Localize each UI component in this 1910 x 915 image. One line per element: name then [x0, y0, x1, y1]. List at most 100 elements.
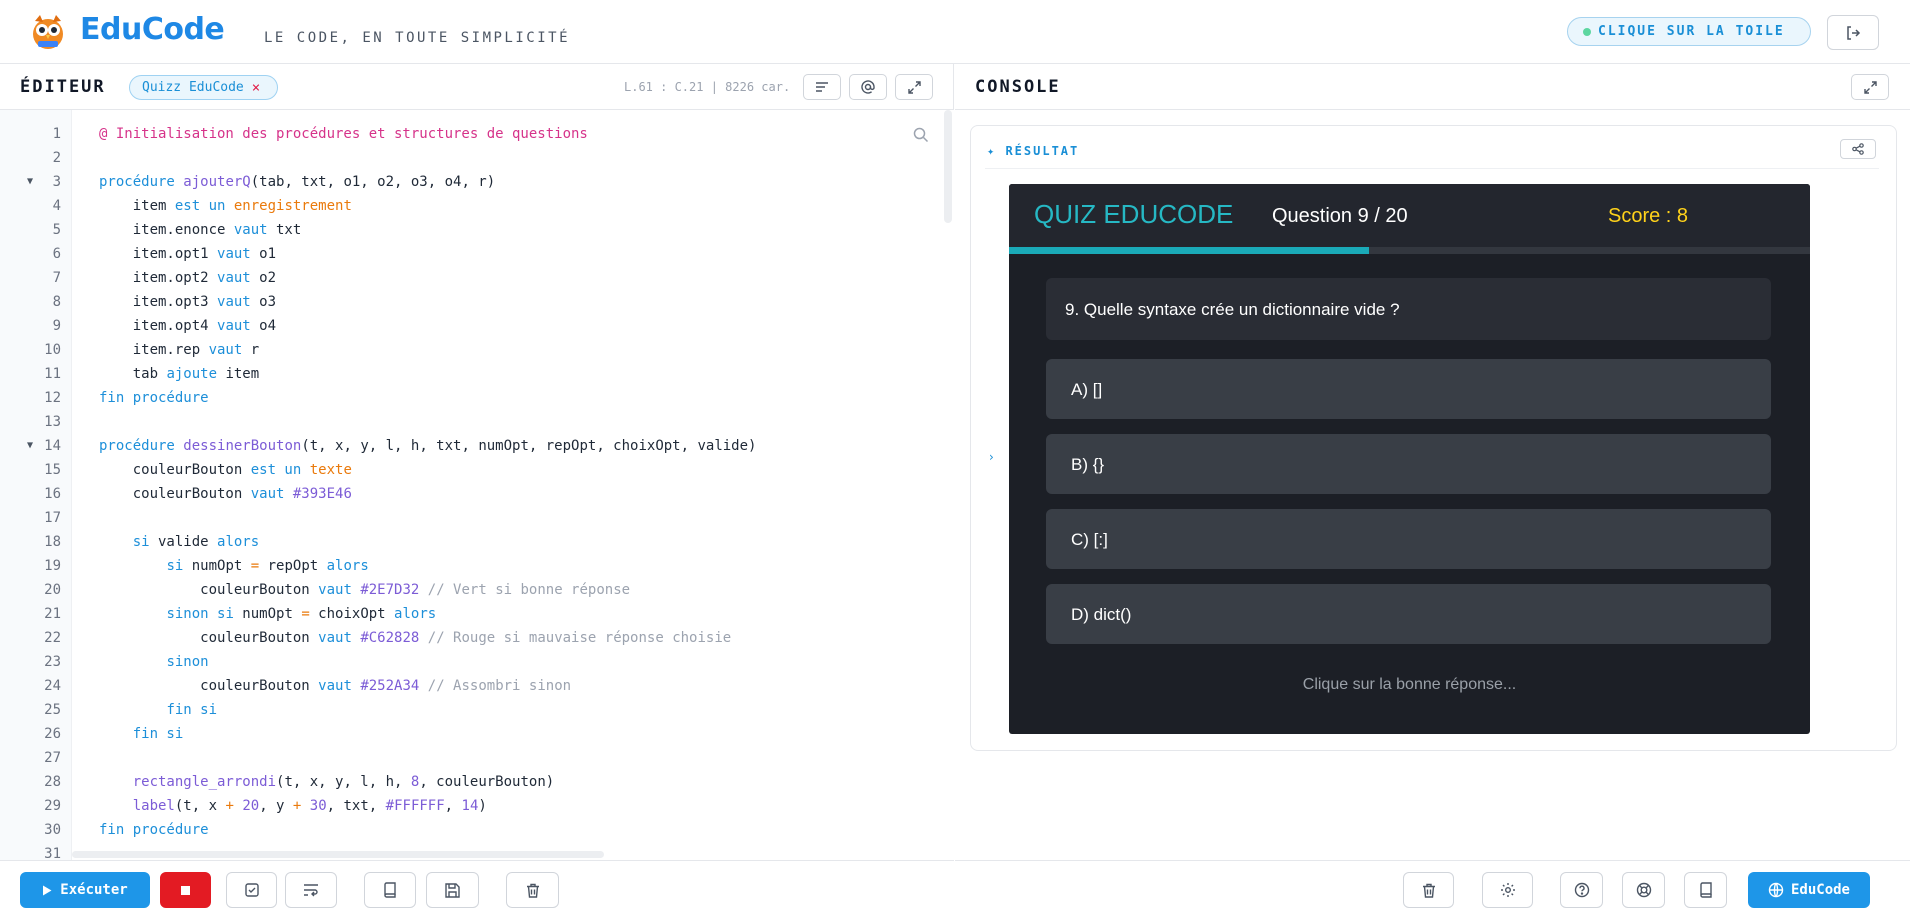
at-sign-icon [861, 80, 875, 94]
answer-option-c[interactable]: C) [:] [1046, 509, 1771, 569]
help-button[interactable] [1560, 872, 1603, 908]
code-text: tab ajoute item [99, 366, 260, 382]
expand-console-button[interactable] [1851, 74, 1889, 100]
line-number: 15 [44, 462, 61, 478]
line-number: 13 [44, 414, 61, 430]
line-number: 6 [52, 246, 61, 262]
code-editor[interactable]: 1 @ Initialisation des procédures et stru… [0, 110, 954, 860]
code-line[interactable]: 9 item.opt4 vaut o4 [0, 314, 954, 338]
code-line[interactable]: 7 item.opt2 vaut o2 [0, 266, 954, 290]
format-button[interactable] [803, 74, 841, 100]
stop-button[interactable] [160, 872, 211, 908]
close-tab-icon[interactable]: × [252, 80, 260, 96]
code-line[interactable]: 28 rectangle_arrondi(t, x, y, l, h, 8, c… [0, 770, 954, 794]
line-number: 11 [44, 366, 61, 382]
code-line[interactable]: 26 fin si [0, 722, 954, 746]
code-line[interactable]: 4 item est un enregistrement [0, 194, 954, 218]
line-number: 7 [52, 270, 61, 286]
clear-console-button[interactable] [1403, 872, 1454, 908]
wrap-button[interactable] [285, 872, 337, 908]
code-line[interactable]: 17 [0, 506, 954, 530]
code-line[interactable]: 13 [0, 410, 954, 434]
code-line[interactable]: 10 item.rep vaut r [0, 338, 954, 362]
code-line[interactable]: 3 ▼ procédure ajouterQ(tab, txt, o1, o2, o… [0, 170, 954, 194]
code-line[interactable]: 23 sinon [0, 650, 954, 674]
code-line[interactable]: 29 label(t, x + 20, y + 30, txt, #FFFFFF… [0, 794, 954, 818]
line-number: 25 [44, 702, 61, 718]
code-line[interactable]: 25 fin si [0, 698, 954, 722]
code-text: item.rep vaut r [99, 342, 260, 358]
code-line[interactable]: 11 tab ajoute item [0, 362, 954, 386]
vertical-scrollbar[interactable] [944, 110, 952, 223]
text-wrap-icon [304, 884, 318, 897]
chevron-right-icon[interactable]: › [989, 450, 994, 464]
code-line[interactable]: 22 couleurBouton vaut #C62828 // Rouge s… [0, 626, 954, 650]
code-line[interactable]: 12 fin procédure [0, 386, 954, 410]
fold-arrow-icon[interactable]: ▼ [27, 170, 33, 194]
educode-button[interactable]: EduCode [1748, 872, 1870, 908]
docs-button[interactable] [1684, 872, 1727, 908]
line-number: 29 [44, 798, 61, 814]
code-text: label(t, x + 20, y + 30, txt, #FFFFFF, 1… [132, 798, 487, 814]
support-button[interactable] [1622, 872, 1665, 908]
code-line[interactable]: 20 couleurBouton vaut #2E7D32 // Vert si… [0, 578, 954, 602]
clear-button[interactable] [506, 872, 559, 908]
editor-title: ÉDITEUR [20, 77, 106, 97]
answer-option-b[interactable]: B) {} [1046, 434, 1771, 494]
code-line[interactable]: 16 couleurBouton vaut #393E46 [0, 482, 954, 506]
editor-panel: ÉDITEUR Quizz EduCode × L.61 : C.21 | 82… [0, 64, 954, 915]
share-button[interactable] [1840, 139, 1876, 159]
mention-button[interactable] [849, 74, 887, 100]
horizontal-scrollbar[interactable] [72, 851, 604, 858]
top-bar: EduCode LE CODE, EN TOUTE SIMPLICITÉ CLI… [0, 0, 1910, 64]
code-text: couleurBouton vaut #252A34 // Assombri s… [99, 678, 572, 694]
trash-icon [526, 883, 539, 898]
save-icon [445, 882, 460, 898]
search-icon[interactable] [912, 126, 930, 144]
code-text: couleurBouton vaut #393E46 [99, 486, 352, 502]
code-line[interactable]: 8 item.opt3 vaut o3 [0, 290, 954, 314]
tagline: LE CODE, EN TOUTE SIMPLICITÉ [264, 30, 571, 46]
check-button[interactable] [226, 872, 277, 908]
expand-editor-button[interactable] [895, 74, 933, 100]
code-line[interactable]: 15 couleurBouton est un texte [0, 458, 954, 482]
code-text: couleurBouton vaut #C62828 // Rouge si m… [99, 630, 732, 646]
brand-name: EduCode [80, 12, 225, 47]
code-line[interactable]: 24 couleurBouton vaut #252A34 // Assombr… [0, 674, 954, 698]
code-line[interactable]: 27 [0, 746, 954, 770]
status-dot-icon [1583, 28, 1591, 36]
code-line[interactable]: 1 @ Initialisation des procédures et stru… [0, 122, 954, 146]
logout-button[interactable] [1827, 15, 1879, 50]
answer-option-d[interactable]: D) dict() [1046, 584, 1771, 644]
line-number: 22 [44, 630, 61, 646]
settings-button[interactable] [1482, 872, 1533, 908]
code-line[interactable]: 30 fin procédure [0, 818, 954, 842]
line-number: 21 [44, 606, 61, 622]
quiz-canvas[interactable]: QUIZ EDUCODE Question 9 / 20 Score : 8 9… [1009, 184, 1810, 734]
run-button[interactable]: Exécuter [20, 872, 150, 908]
question-text: 9. Quelle syntaxe crée un dictionnaire v… [1065, 300, 1400, 319]
code-text: rectangle_arrondi(t, x, y, l, h, 8, coul… [132, 774, 555, 790]
code-line[interactable]: 19 si numOpt = repOpt alors [0, 554, 954, 578]
editor-toolbar: Exécuter [0, 860, 954, 915]
code-line[interactable]: 2 [0, 146, 954, 170]
line-number: 27 [44, 750, 61, 766]
code-line[interactable]: 14 ▼ procédure dessinerBouton(t, x, y, l, … [0, 434, 954, 458]
score-label: Score : 8 [1608, 205, 1689, 227]
save-button[interactable] [426, 872, 479, 908]
code-text: item.enonce vaut txt [99, 222, 302, 238]
answer-label: B) {} [1071, 455, 1105, 474]
code-line[interactable]: 6 item.opt1 vaut o1 [0, 242, 954, 266]
click-canvas-hint: CLIQUE SUR LA TOILE [1567, 17, 1811, 46]
code-line[interactable]: 5 item.enonce vaut txt [0, 218, 954, 242]
align-left-icon [816, 82, 828, 92]
fold-arrow-icon[interactable]: ▼ [27, 434, 33, 458]
answer-option-a[interactable]: A) [] [1046, 359, 1771, 419]
code-line[interactable]: 21 sinon si numOpt = choixOpt alors [0, 602, 954, 626]
life-buoy-icon [1636, 882, 1651, 898]
line-number: 8 [52, 294, 61, 310]
code-line[interactable]: 18 si valide alors [0, 530, 954, 554]
library-button[interactable] [364, 872, 416, 908]
stop-icon [181, 885, 190, 895]
file-tab[interactable]: Quizz EduCode × [129, 75, 278, 100]
